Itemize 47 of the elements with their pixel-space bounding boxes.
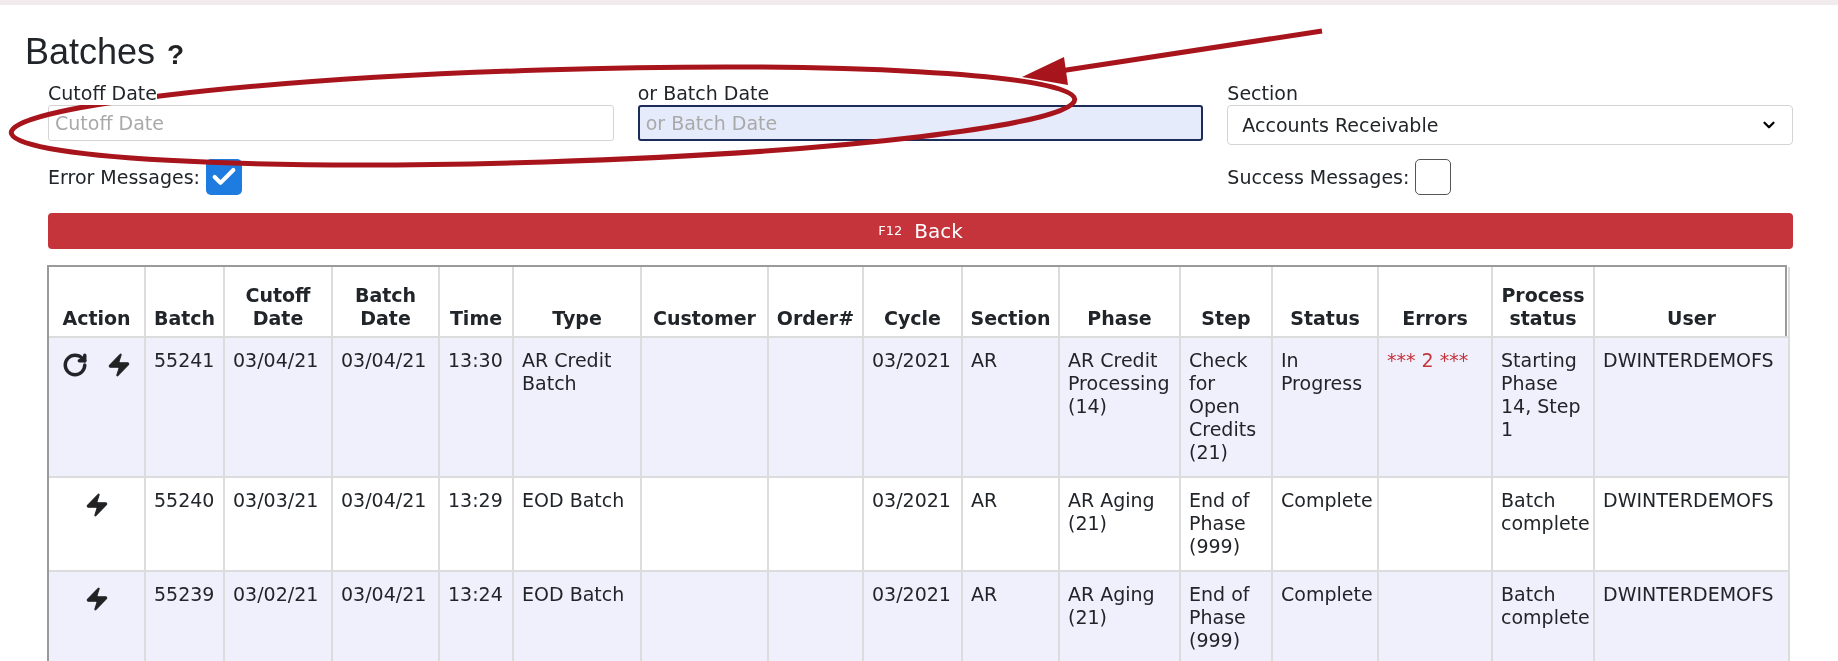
table-cell: End of Phase (999)	[1189, 583, 1250, 651]
table-cell: AR Aging (21)	[1068, 489, 1155, 534]
date-field[interactable]: or Batch Date	[637, 105, 1204, 141]
section-dropdown[interactable]: Accounts Receivable	[1227, 105, 1793, 145]
table-cell: Complete	[1281, 489, 1373, 511]
field-label: Section	[1227, 81, 1299, 105]
table-cell: EOD Batch	[522, 583, 625, 605]
table-cell: Batch complete	[1501, 583, 1590, 628]
table-cell: DWINTERDEMOFS	[1603, 583, 1774, 605]
page-title: Batches	[25, 31, 156, 73]
table-cell: DWINTERDEMOFS	[1603, 489, 1774, 511]
table-cell: *** 2 ***	[1387, 349, 1469, 371]
table-cell: In Progress	[1281, 349, 1363, 394]
table-cell: 55239	[154, 583, 215, 605]
table-cell: AR Credit Processing (14)	[1068, 349, 1170, 417]
table-cell: 13:30	[448, 349, 503, 371]
back-button[interactable]: F12 Back	[48, 213, 1793, 249]
table-cell: 03/04/21	[341, 583, 427, 605]
table-cell: Complete	[1281, 583, 1373, 605]
table-cell: AR Aging (21)	[1068, 583, 1155, 628]
table-cell: Starting Phase 14, Step 1	[1501, 349, 1581, 440]
table-cell: Batch complete	[1501, 489, 1590, 534]
table-cell: AR Credit Batch	[522, 349, 612, 394]
refresh-icon[interactable]	[61, 352, 88, 378]
table-cell: AR	[971, 583, 998, 605]
checkbox-label: Error Messages:	[48, 164, 200, 190]
table-cell: AR	[971, 349, 998, 371]
table-cell: 03/2021	[872, 489, 951, 511]
table-cell: 03/04/21	[341, 489, 427, 511]
help-link[interactable]: ?	[167, 37, 185, 73]
table-cell: 13:24	[448, 583, 503, 605]
table-cell: 03/03/21	[233, 489, 319, 511]
table-cell: End of Phase (999)	[1189, 489, 1250, 557]
table-cell: 03/2021	[872, 349, 951, 371]
table-cell: 03/02/21	[233, 583, 319, 605]
table-cell: 13:29	[448, 489, 503, 511]
checkbox-label: Success Messages:	[1227, 164, 1410, 190]
table-cell: 55241	[154, 349, 215, 371]
table-cell: AR	[971, 489, 998, 511]
checkbox[interactable]	[1415, 159, 1452, 195]
table-cell: 03/04/21	[233, 349, 319, 371]
table-cell: 03/2021	[872, 583, 951, 605]
table-cell: EOD Batch	[522, 489, 625, 511]
table-cell: DWINTERDEMOFS	[1603, 349, 1774, 371]
table-cell: 03/04/21	[341, 349, 427, 371]
table-cell: Check for Open Credits (21)	[1189, 349, 1257, 463]
table-cell: 55240	[154, 489, 215, 511]
